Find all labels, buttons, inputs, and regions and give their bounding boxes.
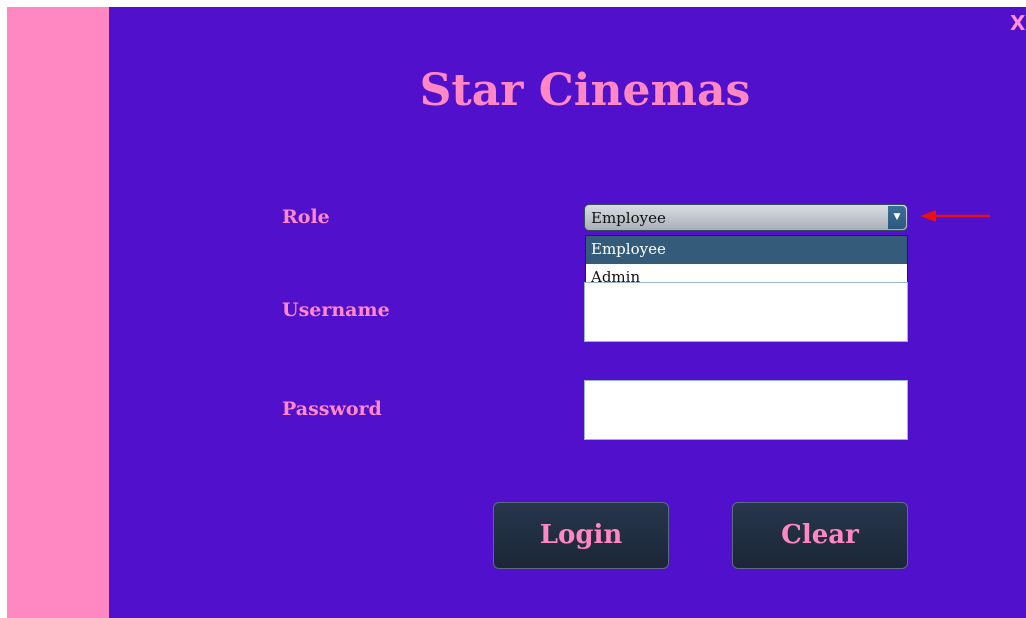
clear-button[interactable]: Clear [732, 502, 908, 569]
role-select[interactable]: Employee ▼ [584, 204, 908, 231]
login-window: X Star Cinemas Role Employee ▼ Employee … [0, 0, 1026, 618]
role-selected-value: Employee [591, 209, 666, 227]
side-panel [7, 7, 109, 618]
close-button[interactable]: X [1010, 10, 1026, 36]
page-title: Star Cinemas [419, 65, 751, 116]
username-label: Username [282, 299, 390, 321]
username-field[interactable] [584, 282, 908, 342]
triangle-down-icon[interactable]: ▼ [888, 206, 906, 229]
password-field[interactable] [584, 380, 908, 440]
red-arrow-icon [920, 210, 990, 222]
password-label: Password [282, 398, 382, 420]
role-label: Role [282, 206, 330, 228]
role-option-employee[interactable]: Employee [586, 236, 907, 264]
login-button[interactable]: Login [493, 502, 669, 569]
